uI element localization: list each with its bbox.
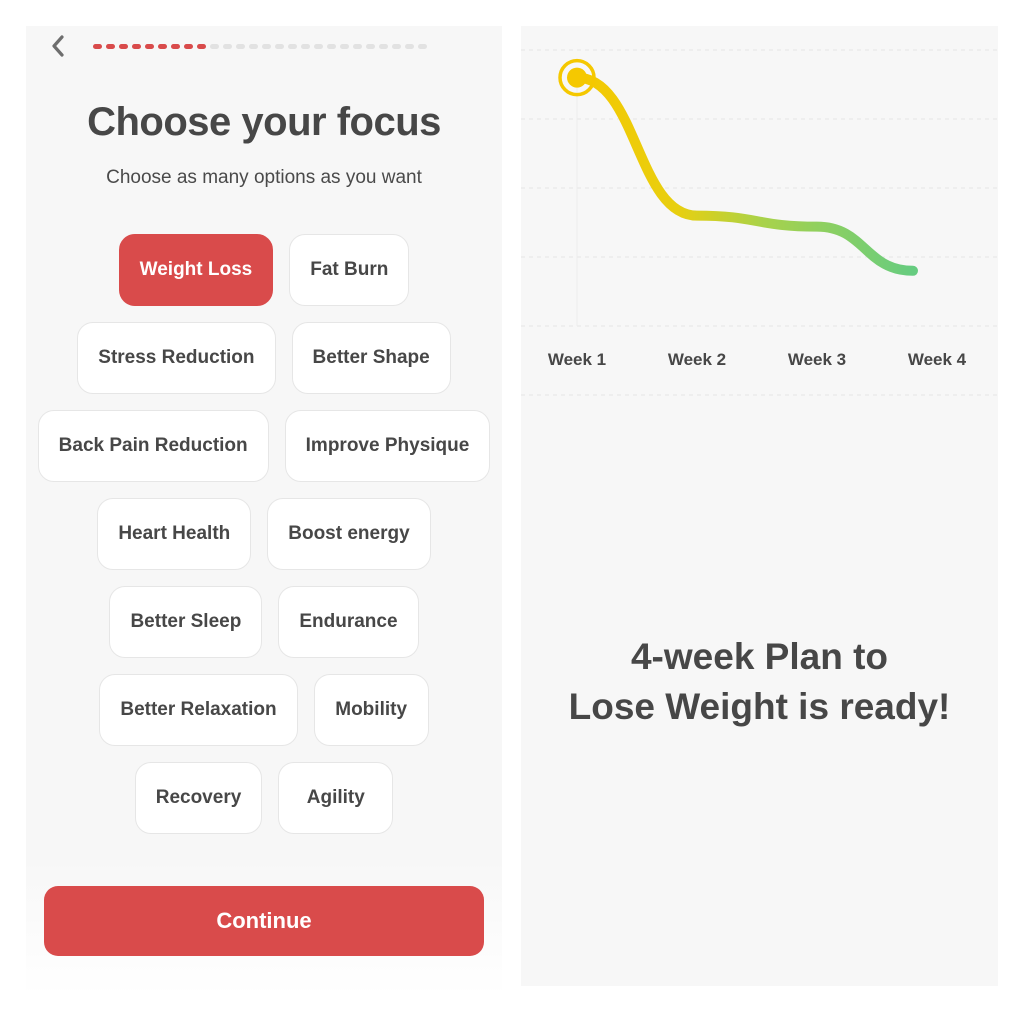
progress-step-complete bbox=[119, 44, 128, 49]
focus-option-agility[interactable]: Agility bbox=[278, 762, 394, 834]
progress-step-complete bbox=[171, 44, 180, 49]
focus-option-row: Heart Health Boost energy bbox=[97, 498, 431, 570]
progress-step-pending bbox=[392, 44, 401, 49]
focus-option-row: Stress Reduction Better Shape bbox=[77, 322, 451, 394]
x-tick-label: Week 1 bbox=[547, 350, 607, 369]
focus-option-mobility[interactable]: Mobility bbox=[313, 674, 429, 746]
focus-option-stress-reduction[interactable]: Stress Reduction bbox=[77, 322, 276, 394]
progress-step-pending bbox=[288, 44, 297, 49]
progress-step-pending bbox=[418, 44, 427, 49]
focus-option-boost-energy[interactable]: Boost energy bbox=[267, 498, 431, 570]
page-subtitle: Choose as many options as you want bbox=[106, 167, 422, 188]
focus-option-fat-burn[interactable]: Fat Burn bbox=[289, 234, 410, 306]
continue-button[interactable]: Continue bbox=[44, 886, 484, 956]
progress-step-pending bbox=[314, 44, 323, 49]
progress-step-pending bbox=[210, 44, 219, 49]
x-tick-label: Week 2 bbox=[667, 350, 727, 369]
progress-step-complete bbox=[93, 44, 102, 49]
focus-option-weight-loss[interactable]: Weight Loss bbox=[118, 234, 274, 306]
focus-option-recovery[interactable]: Recovery bbox=[134, 762, 263, 834]
focus-option-better-relaxation[interactable]: Better Relaxation bbox=[99, 674, 298, 746]
progress-step-complete bbox=[184, 44, 193, 49]
focus-option-better-shape[interactable]: Better Shape bbox=[291, 322, 451, 394]
headline-line-2: Lose Weight is ready! bbox=[568, 686, 951, 727]
progress-step-pending bbox=[405, 44, 414, 49]
progress-step-pending bbox=[262, 44, 271, 49]
progress-step-pending bbox=[366, 44, 375, 49]
focus-option-heart-health[interactable]: Heart Health bbox=[97, 498, 252, 570]
focus-option-row: Weight Loss Fat Burn bbox=[118, 234, 410, 306]
focus-option-row: Better Sleep Endurance bbox=[109, 586, 419, 658]
progress-step-complete bbox=[197, 44, 206, 49]
focus-selection-screen: Choose your focus Choose as many options… bbox=[26, 26, 502, 996]
focus-option-endurance[interactable]: Endurance bbox=[278, 586, 419, 658]
series-line bbox=[572, 72, 918, 276]
focus-option-back-pain-reduction[interactable]: Back Pain Reduction bbox=[37, 410, 269, 482]
progress-step-pending bbox=[327, 44, 336, 49]
progress-step-pending bbox=[236, 44, 245, 49]
progress-step-complete bbox=[158, 44, 167, 49]
progress-step-complete bbox=[106, 44, 115, 49]
progress-step-pending bbox=[301, 44, 310, 49]
progress-step-pending bbox=[340, 44, 349, 49]
focus-options: Weight Loss Fat Burn Stress Reduction Bette… bbox=[26, 234, 502, 834]
headline-line-1: 4-week Plan to bbox=[630, 636, 889, 677]
step-progress-indicator bbox=[93, 44, 427, 49]
plan-ready-headline: 4-week Plan to Lose Weight is ready! bbox=[521, 632, 998, 732]
weight-trend-chart bbox=[521, 49, 998, 396]
focus-option-better-sleep[interactable]: Better Sleep bbox=[109, 586, 263, 658]
focus-option-row: Back Pain Reduction Improve Physique bbox=[37, 410, 491, 482]
progress-step-pending bbox=[275, 44, 284, 49]
start-marker-dot bbox=[567, 67, 587, 88]
x-tick-label: Week 3 bbox=[787, 350, 847, 369]
x-axis-labels: Week 1 Week 2 Week 3 Week 4 bbox=[521, 350, 998, 374]
progress-step-pending bbox=[249, 44, 258, 49]
progress-step-pending bbox=[353, 44, 362, 49]
focus-option-improve-physique[interactable]: Improve Physique bbox=[284, 410, 491, 482]
plan-ready-screen: Week 1 Week 2 Week 3 Week 4 4-week Plan to … bbox=[521, 26, 998, 986]
focus-option-row: Better Relaxation Mobility bbox=[99, 674, 429, 746]
progress-step-pending bbox=[379, 44, 388, 49]
x-tick-label: Week 4 bbox=[907, 350, 967, 369]
progress-step-complete bbox=[132, 44, 141, 49]
focus-option-row: Recovery Agility bbox=[134, 762, 394, 834]
back-button[interactable] bbox=[46, 34, 70, 58]
page-title: Choose your focus bbox=[87, 100, 441, 144]
chart-series bbox=[558, 58, 918, 276]
progress-step-complete bbox=[145, 44, 154, 49]
progress-step-pending bbox=[223, 44, 232, 49]
chevron-left-icon bbox=[52, 35, 64, 57]
